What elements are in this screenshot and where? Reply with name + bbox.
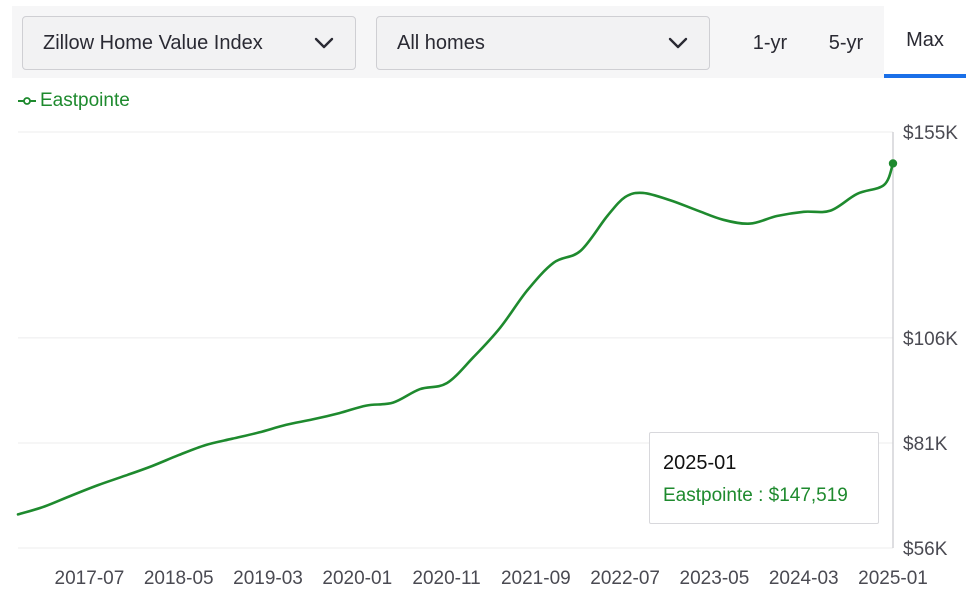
y-tick-label: $56K xyxy=(903,539,948,560)
x-tick-label: 2017-07 xyxy=(55,568,125,589)
x-tick-labels: 2017-07 2018-05 2019-03 2020-01 2020-11 2021-… xyxy=(55,568,928,589)
y-tick-labels: $155K $106K $81K $56K xyxy=(903,123,958,560)
chart-tooltip: 2025-01 Eastpointe : $147,519 xyxy=(649,432,879,524)
x-tick-label: 2021-09 xyxy=(501,568,571,589)
series-end-point xyxy=(888,159,898,168)
x-tick-label: 2025-01 xyxy=(858,568,928,589)
y-tick-label: $81K xyxy=(903,434,948,455)
x-tick-label: 2022-07 xyxy=(590,568,660,589)
tooltip-value: Eastpointe : $147,519 xyxy=(663,485,848,506)
x-tick-label: 2019-03 xyxy=(233,568,303,589)
x-tick-label: 2020-01 xyxy=(322,568,392,589)
tooltip-date: 2025-01 xyxy=(663,452,737,474)
y-tick-label: $106K xyxy=(903,329,958,350)
x-tick-label: 2024-03 xyxy=(769,568,839,589)
x-tick-label: 2023-05 xyxy=(680,568,750,589)
x-tick-label: 2018-05 xyxy=(144,568,214,589)
x-tick-label: 2020-11 xyxy=(412,568,480,589)
y-tick-label: $155K xyxy=(903,123,958,144)
